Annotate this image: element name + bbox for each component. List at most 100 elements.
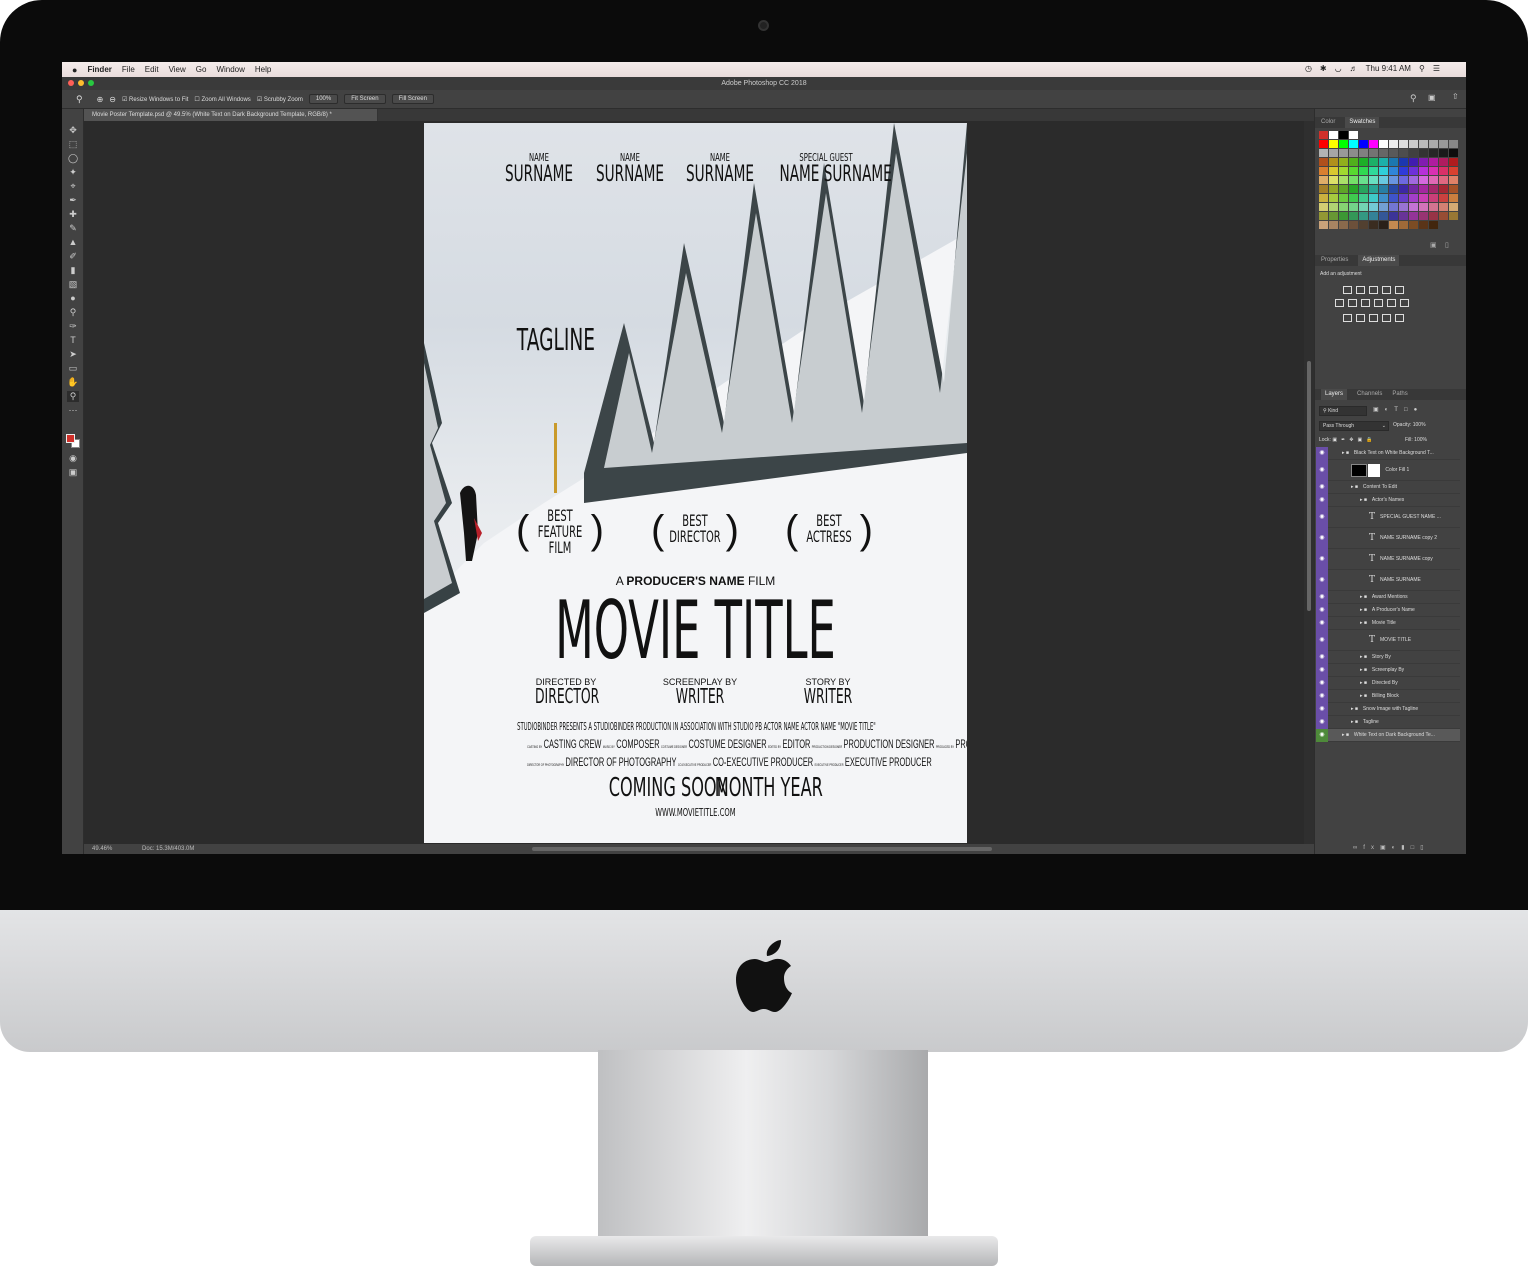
color-balance-icon[interactable] bbox=[1348, 299, 1357, 307]
swatch[interactable] bbox=[1389, 176, 1398, 184]
swatch[interactable] bbox=[1339, 212, 1348, 220]
swatch[interactable] bbox=[1369, 140, 1378, 148]
swatch[interactable] bbox=[1449, 203, 1458, 211]
swatch[interactable] bbox=[1329, 167, 1338, 175]
time-machine-icon[interactable]: ◷ bbox=[1305, 64, 1312, 73]
foreground-color-swatch[interactable] bbox=[66, 434, 75, 443]
swatch[interactable] bbox=[1439, 203, 1448, 211]
swatch[interactable] bbox=[1419, 176, 1428, 184]
visibility-eye-icon[interactable]: ◉ bbox=[1316, 715, 1328, 729]
swatch[interactable] bbox=[1419, 185, 1428, 193]
gradient-map-icon[interactable] bbox=[1382, 314, 1391, 322]
swatch[interactable] bbox=[1429, 203, 1438, 211]
swatch[interactable] bbox=[1439, 140, 1448, 148]
gradient-tool-icon[interactable]: ▧ bbox=[67, 279, 79, 290]
swatch[interactable] bbox=[1419, 140, 1428, 148]
scrubby-zoom-checkbox[interactable]: ☑ Scrubby Zoom bbox=[257, 96, 303, 103]
fit-screen-button[interactable]: Fit Screen bbox=[344, 94, 386, 104]
visibility-eye-icon[interactable]: ◉ bbox=[1316, 728, 1328, 742]
swatch[interactable] bbox=[1379, 194, 1388, 202]
share-icon[interactable]: ⇧ bbox=[1452, 92, 1459, 101]
swatch[interactable] bbox=[1409, 149, 1418, 157]
swatch[interactable] bbox=[1329, 131, 1338, 139]
add-mask-icon[interactable]: ▣ bbox=[1380, 845, 1392, 851]
more-tools-icon[interactable]: ⋯ bbox=[67, 405, 79, 416]
history-brush-tool-icon[interactable]: ✐ bbox=[67, 251, 79, 262]
eyedropper-tool-icon[interactable]: ✒ bbox=[67, 195, 79, 206]
threshold-icon[interactable] bbox=[1369, 314, 1378, 322]
swatch[interactable] bbox=[1349, 185, 1358, 193]
swatch[interactable] bbox=[1329, 158, 1338, 166]
swatch[interactable] bbox=[1379, 140, 1388, 148]
swatch[interactable] bbox=[1349, 176, 1358, 184]
swatch[interactable] bbox=[1319, 194, 1328, 202]
swatch[interactable] bbox=[1429, 212, 1438, 220]
swatch[interactable] bbox=[1409, 167, 1418, 175]
swatch[interactable] bbox=[1409, 131, 1418, 139]
layer-row[interactable]: ◉ T NAME SURNAME copy bbox=[1316, 548, 1460, 570]
swatch[interactable] bbox=[1339, 158, 1348, 166]
swatch[interactable] bbox=[1319, 140, 1328, 148]
menu-window[interactable]: Window bbox=[216, 65, 244, 74]
swatch[interactable] bbox=[1319, 149, 1328, 157]
brightness-icon[interactable] bbox=[1343, 286, 1352, 294]
swatch[interactable] bbox=[1419, 158, 1428, 166]
workspace-icon[interactable]: ▣ bbox=[1428, 93, 1436, 102]
swatch[interactable] bbox=[1429, 176, 1438, 184]
swatch[interactable] bbox=[1349, 203, 1358, 211]
blur-tool-icon[interactable]: ● bbox=[67, 293, 79, 304]
swatch[interactable] bbox=[1379, 176, 1388, 184]
zoom-in-icon[interactable]: ⊕ bbox=[97, 95, 104, 104]
layer-row[interactable]: ◉ ▸ ■ Award Mentions bbox=[1316, 590, 1460, 604]
swatch[interactable] bbox=[1389, 131, 1398, 139]
swatch[interactable] bbox=[1349, 140, 1358, 148]
visibility-eye-icon[interactable]: ◉ bbox=[1316, 629, 1328, 651]
swatch[interactable] bbox=[1409, 212, 1418, 220]
swatch[interactable] bbox=[1329, 221, 1338, 229]
swatch[interactable] bbox=[1429, 140, 1438, 148]
swatch[interactable] bbox=[1429, 185, 1438, 193]
fx-icon[interactable]: fx bbox=[1363, 845, 1380, 851]
swatch[interactable] bbox=[1449, 158, 1458, 166]
posterize-icon[interactable] bbox=[1356, 314, 1365, 322]
selective-color-icon[interactable] bbox=[1395, 314, 1404, 322]
tab-swatches[interactable]: Swatches bbox=[1345, 117, 1380, 128]
layer-row[interactable]: ◉ ▸ ■ Movie Title bbox=[1316, 616, 1460, 630]
swatch[interactable] bbox=[1329, 194, 1338, 202]
swatch[interactable] bbox=[1409, 221, 1418, 229]
swatch[interactable] bbox=[1429, 194, 1438, 202]
move-tool-icon[interactable]: ✥ bbox=[67, 125, 79, 136]
visibility-eye-icon[interactable]: ◉ bbox=[1316, 616, 1328, 630]
swatch[interactable] bbox=[1369, 176, 1378, 184]
swatch[interactable] bbox=[1449, 140, 1458, 148]
layer-row[interactable]: ◉ ▸ ■ Snow Image with Tagline bbox=[1316, 702, 1460, 716]
brush-tool-icon[interactable]: ✎ bbox=[67, 223, 79, 234]
dodge-tool-icon[interactable]: ⚲ bbox=[67, 307, 79, 318]
swatch[interactable] bbox=[1359, 176, 1368, 184]
swatch[interactable] bbox=[1429, 221, 1438, 229]
swatch[interactable] bbox=[1439, 167, 1448, 175]
swatch[interactable] bbox=[1339, 194, 1348, 202]
swatch[interactable] bbox=[1409, 185, 1418, 193]
visibility-eye-icon[interactable]: ◉ bbox=[1316, 603, 1328, 617]
layer-row[interactable]: ◉ T NAME SURNAME copy 2 bbox=[1316, 527, 1460, 549]
swatch[interactable] bbox=[1389, 167, 1398, 175]
swatch[interactable] bbox=[1399, 221, 1408, 229]
swatch[interactable] bbox=[1439, 185, 1448, 193]
layer-row[interactable]: ◉ ▸ ■ Black Text on White Background T... bbox=[1316, 446, 1460, 460]
swatch[interactable] bbox=[1439, 212, 1448, 220]
path-select-tool-icon[interactable]: ➤ bbox=[67, 349, 79, 360]
swatch[interactable] bbox=[1389, 194, 1398, 202]
marquee-tool-icon[interactable]: ⬚ bbox=[67, 139, 79, 150]
swatch[interactable] bbox=[1379, 212, 1388, 220]
swatch[interactable] bbox=[1389, 203, 1398, 211]
swatch[interactable] bbox=[1399, 158, 1408, 166]
tab-adjustments[interactable]: Adjustments bbox=[1358, 255, 1400, 266]
visibility-eye-icon[interactable]: ◉ bbox=[1316, 548, 1328, 570]
swatch[interactable] bbox=[1359, 167, 1368, 175]
vibrance-icon[interactable] bbox=[1395, 286, 1404, 294]
vertical-scrollbar[interactable] bbox=[1304, 121, 1314, 844]
swatch[interactable] bbox=[1339, 149, 1348, 157]
new-swatch-icon[interactable]: ▣ bbox=[1430, 241, 1437, 249]
visibility-eye-icon[interactable]: ◉ bbox=[1316, 676, 1328, 690]
